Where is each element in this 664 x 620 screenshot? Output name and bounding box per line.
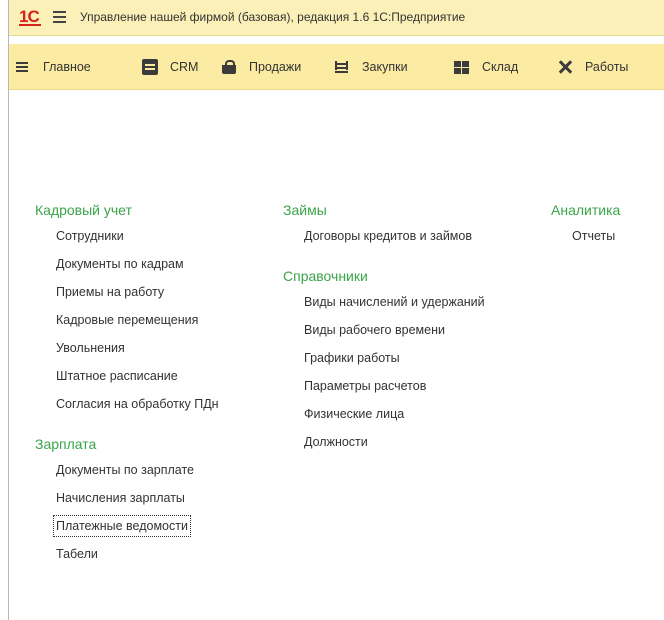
group-hr: Кадровый учет Сотрудники Документы по ка… <box>35 200 221 422</box>
nav-link[interactable]: Физические лица <box>283 404 487 432</box>
section-sales[interactable]: Продажи <box>221 44 302 89</box>
section-purchases[interactable]: Закупки <box>334 44 408 89</box>
nav-link[interactable]: Увольнения <box>35 338 221 366</box>
app-window: 1С Управление нашей фирмой (базовая), ре… <box>8 0 664 620</box>
nav-link[interactable]: Виды рабочего времени <box>283 320 487 348</box>
group-title: Аналитика <box>551 202 621 218</box>
nav-link[interactable]: Кадровые перемещения <box>35 310 221 338</box>
section-label: CRM <box>170 60 199 74</box>
warehouse-icon <box>454 59 470 75</box>
nav-link[interactable]: Сотрудники <box>35 226 221 254</box>
column-left: Кадровый учет Сотрудники Документы по ка… <box>35 200 221 584</box>
section-content: Кадровый учет Сотрудники Документы по ка… <box>9 90 664 620</box>
nav-link[interactable]: Должности <box>283 432 487 460</box>
column-right: Аналитика Отчеты <box>551 200 620 266</box>
window-title: Управление нашей фирмой (базовая), редак… <box>80 10 466 24</box>
nav-link-focused[interactable]: Платежные ведомости <box>35 515 221 544</box>
1c-logo[interactable]: 1С <box>19 7 41 27</box>
nav-link[interactable]: Приемы на работу <box>35 282 221 310</box>
nav-link[interactable]: Договоры кредитов и займов <box>283 226 487 254</box>
section-label: Закупки <box>362 60 408 74</box>
nav-link[interactable]: Параметры расчетов <box>283 376 487 404</box>
section-main[interactable]: Главное <box>15 44 91 89</box>
group-title: Справочники <box>283 268 368 284</box>
nav-link[interactable]: Начисления зарплаты <box>35 488 221 516</box>
group-title: Кадровый учет <box>35 202 132 218</box>
nav-link[interactable]: Документы по зарплате <box>35 460 221 488</box>
nav-link[interactable]: Графики работы <box>283 348 487 376</box>
section-label: Главное <box>43 60 91 74</box>
nav-link[interactable]: Штатное расписание <box>35 366 221 394</box>
nav-link[interactable]: Табели <box>35 544 221 572</box>
nav-link[interactable]: Документы по кадрам <box>35 254 221 282</box>
nav-link[interactable]: Отчеты <box>551 226 620 254</box>
group-title: Зарплата <box>35 436 97 452</box>
group-catalogs: Справочники Виды начислений и удержаний … <box>283 266 487 460</box>
title-bar: 1С Управление нашей фирмой (базовая), ре… <box>9 0 664 36</box>
sections-panel: Главное CRM Продажи Закупки Склад Работы <box>9 44 664 90</box>
group-loans: Займы Договоры кредитов и займов <box>283 200 487 254</box>
section-label: Работы <box>585 60 629 74</box>
section-label: Продажи <box>249 60 302 74</box>
group-title: Займы <box>283 202 327 218</box>
nav-link[interactable]: Согласия на обработку ПДн <box>35 394 221 422</box>
crm-icon <box>142 59 158 75</box>
section-works[interactable]: Работы <box>557 44 629 89</box>
truck-icon <box>334 59 350 75</box>
column-middle: Займы Договоры кредитов и займов Справоч… <box>283 200 487 472</box>
section-label: Склад <box>482 60 519 74</box>
section-crm[interactable]: CRM <box>142 44 199 89</box>
menu-icon <box>15 59 31 75</box>
section-warehouse[interactable]: Склад <box>454 44 519 89</box>
basket-icon <box>221 59 237 75</box>
group-salary: Зарплата Документы по зарплате Начислени… <box>35 434 221 572</box>
nav-link[interactable]: Виды начислений и удержаний <box>283 292 487 320</box>
group-analytics: Аналитика Отчеты <box>551 200 620 254</box>
main-menu-icon[interactable] <box>53 11 66 23</box>
tools-icon <box>557 59 573 75</box>
